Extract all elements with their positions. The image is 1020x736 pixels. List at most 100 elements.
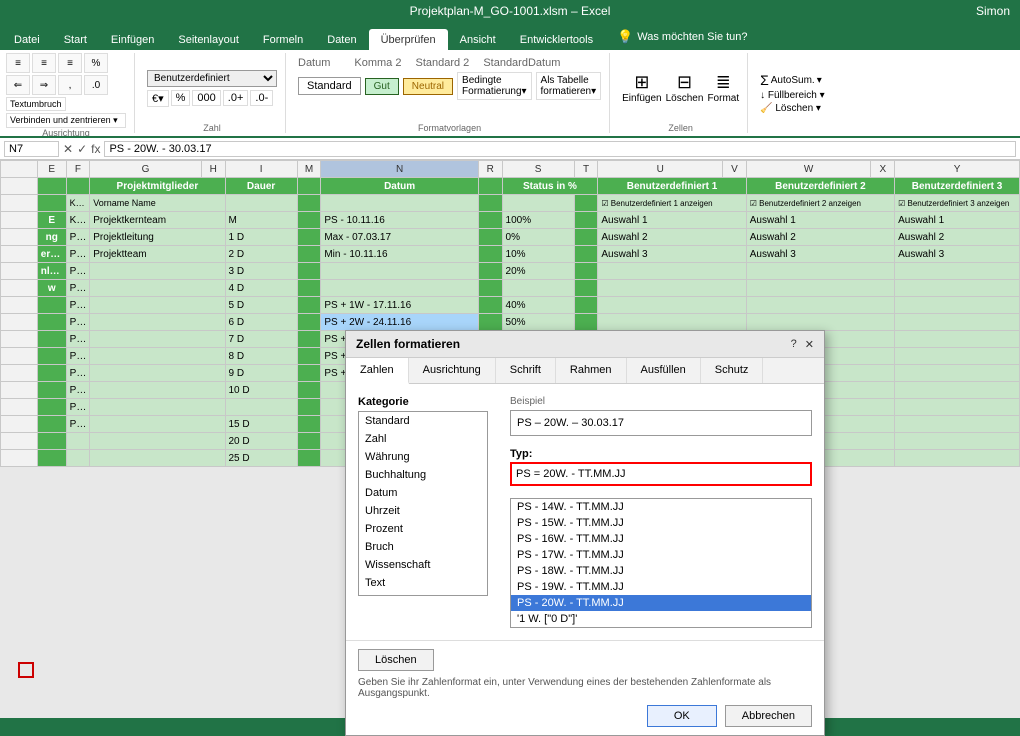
cell-datum[interactable]: PS + 1W - 17.11.16 [321,297,479,314]
cell-y[interactable] [895,450,1020,467]
cell-y[interactable] [895,348,1020,365]
col-f-header[interactable]: F [66,161,90,178]
dialog-help-btn[interactable]: ? [791,338,797,351]
cell-dauer[interactable]: 15 D [225,416,297,433]
align-right-btn[interactable]: ≡ [58,53,82,73]
cell-kuerzel[interactable]: Pers 2 [66,280,90,297]
cell-name[interactable] [90,416,225,433]
cat-prozent[interactable]: Prozent [359,520,487,538]
cell-status[interactable]: 100% [502,212,574,229]
loeschen-btn[interactable]: ⊟ Löschen [666,72,704,104]
cell-y[interactable] [895,365,1020,382]
dialog-tab-zahlen[interactable]: Zahlen [346,358,409,384]
indent-right-btn[interactable]: ⇒ [32,75,56,95]
format-item[interactable]: PS - 18W. - TT.MM.JJ [511,563,811,579]
cell-kuerzel[interactable]: Pers 7 [66,365,90,382]
cell-datum[interactable] [321,263,479,280]
cell-u[interactable] [598,297,746,314]
format-list[interactable]: PS - 14W. - TT.MM.JJ PS - 15W. - TT.MM.J… [510,498,812,628]
col-w-header[interactable]: W [746,161,871,178]
cell-y[interactable]: Auswahl 1 [895,212,1020,229]
cell-name[interactable]: Projektteam [90,246,225,263]
cat-zahl[interactable]: Zahl [359,430,487,448]
tab-ansicht[interactable]: Ansicht [448,29,508,50]
tab-daten[interactable]: Daten [315,29,368,50]
einfuegen-btn[interactable]: ⊞ Einfügen [622,72,661,104]
col-y-header[interactable]: Y [895,161,1020,178]
cell-name[interactable] [90,331,225,348]
help-search[interactable]: 💡 Was möchten Sie tun? [605,24,759,50]
cat-waehrung[interactable]: Währung [359,448,487,466]
percent-btn[interactable]: % [84,53,108,73]
cat-datum[interactable]: Datum [359,484,487,502]
dialog-tab-ausfuellen[interactable]: Ausfüllen [627,358,701,383]
cell-y[interactable]: Auswahl 3 [895,246,1020,263]
cell-name[interactable]: Projektleitung [90,229,225,246]
decimal-btn[interactable]: .0 [84,75,108,95]
cancel-icon[interactable]: ✕ [63,142,73,156]
cell-u[interactable]: Auswahl 1 [598,212,746,229]
format-item[interactable]: PS - 17W. - TT.MM.JJ [511,547,811,563]
cell-name[interactable] [90,433,225,450]
col-s-header[interactable]: S [502,161,574,178]
fx-icon[interactable]: fx [91,142,100,156]
cell-kuerzel[interactable] [66,433,90,450]
verbinden-btn[interactable]: Verbinden und zentrieren ▾ [6,113,126,128]
col-n-header[interactable]: N [321,161,479,178]
cell-y[interactable] [895,416,1020,433]
cell-kuerzel[interactable]: Pers 5 [66,331,90,348]
cell-dauer[interactable]: 7 D [225,331,297,348]
cell-y[interactable]: Auswahl 2 [895,229,1020,246]
type-input[interactable] [510,462,812,486]
indent-left-btn[interactable]: ⇐ [6,75,30,95]
currency-btn[interactable]: €▾ [147,90,169,107]
align-left-btn[interactable]: ≡ [6,53,30,73]
format-item[interactable]: '1 W. ["0 D"]' [511,611,811,627]
zahl-format-select[interactable]: Benutzerdefiniert [147,70,277,87]
bedingte-formatierung-btn[interactable]: BedingteFormatierung▾ [457,72,532,100]
col-t-header[interactable]: T [574,161,598,178]
textumbruch-btn[interactable]: Textumbruch [6,97,66,111]
cat-bruch[interactable]: Bruch [359,538,487,556]
ok-btn[interactable]: OK [647,705,717,727]
cell-w[interactable] [746,314,894,331]
cell-u[interactable] [598,314,746,331]
col-i-header[interactable]: I [225,161,297,178]
cell-name[interactable]: Projektkernteam [90,212,225,229]
percent2-btn[interactable]: % [171,90,191,106]
cell-kuerzel[interactable]: PrTe [66,246,90,263]
dialog-tab-rahmen[interactable]: Rahmen [556,358,627,383]
autosum-btn[interactable]: Σ AutoSum. ▾ [760,72,822,88]
cell-name[interactable] [90,348,225,365]
cell-kuerzel[interactable]: Pers 10 [66,416,90,433]
cell-dauer[interactable] [225,399,297,416]
cat-uhrzeit[interactable]: Uhrzeit [359,502,487,520]
cell-dauer[interactable]: 2 D [225,246,297,263]
cell-u[interactable]: Auswahl 2 [598,229,746,246]
dec-decimal-btn[interactable]: .0- [250,90,273,106]
cell-y[interactable] [895,382,1020,399]
tab-entwicklertools[interactable]: Entwicklertools [508,29,605,50]
cell-dauer[interactable]: 20 D [225,433,297,450]
cell-dauer[interactable]: 8 D [225,348,297,365]
format-item[interactable]: PS - 16W. - TT.MM.JJ [511,531,811,547]
format-item[interactable]: PS - 14W. - TT.MM.JJ [511,499,811,515]
cell-w[interactable]: Auswahl 1 [746,212,894,229]
style-standard[interactable]: Standard [298,77,361,95]
style-neutral[interactable]: Neutral [403,78,453,95]
format-item[interactable]: 2 W. ["0 D"] [511,627,811,628]
cell-datum[interactable]: PS - 10.11.16 [321,212,479,229]
col-g-header[interactable]: G [90,161,202,178]
cell-status[interactable]: 50% [502,314,574,331]
cell-y[interactable] [895,263,1020,280]
tab-einfuegen[interactable]: Einfügen [99,29,166,50]
cell-kuerzel[interactable]: Pers 8 [66,382,90,399]
cell-dauer[interactable]: 4 D [225,280,297,297]
cell-dauer[interactable]: 25 D [225,450,297,467]
cat-text[interactable]: Text [359,574,487,592]
cell-dauer[interactable]: 9 D [225,365,297,382]
style-gut[interactable]: Gut [365,78,399,95]
formula-input[interactable] [104,141,1016,157]
cell-kuerzel[interactable] [66,450,90,467]
cell-y[interactable] [895,314,1020,331]
